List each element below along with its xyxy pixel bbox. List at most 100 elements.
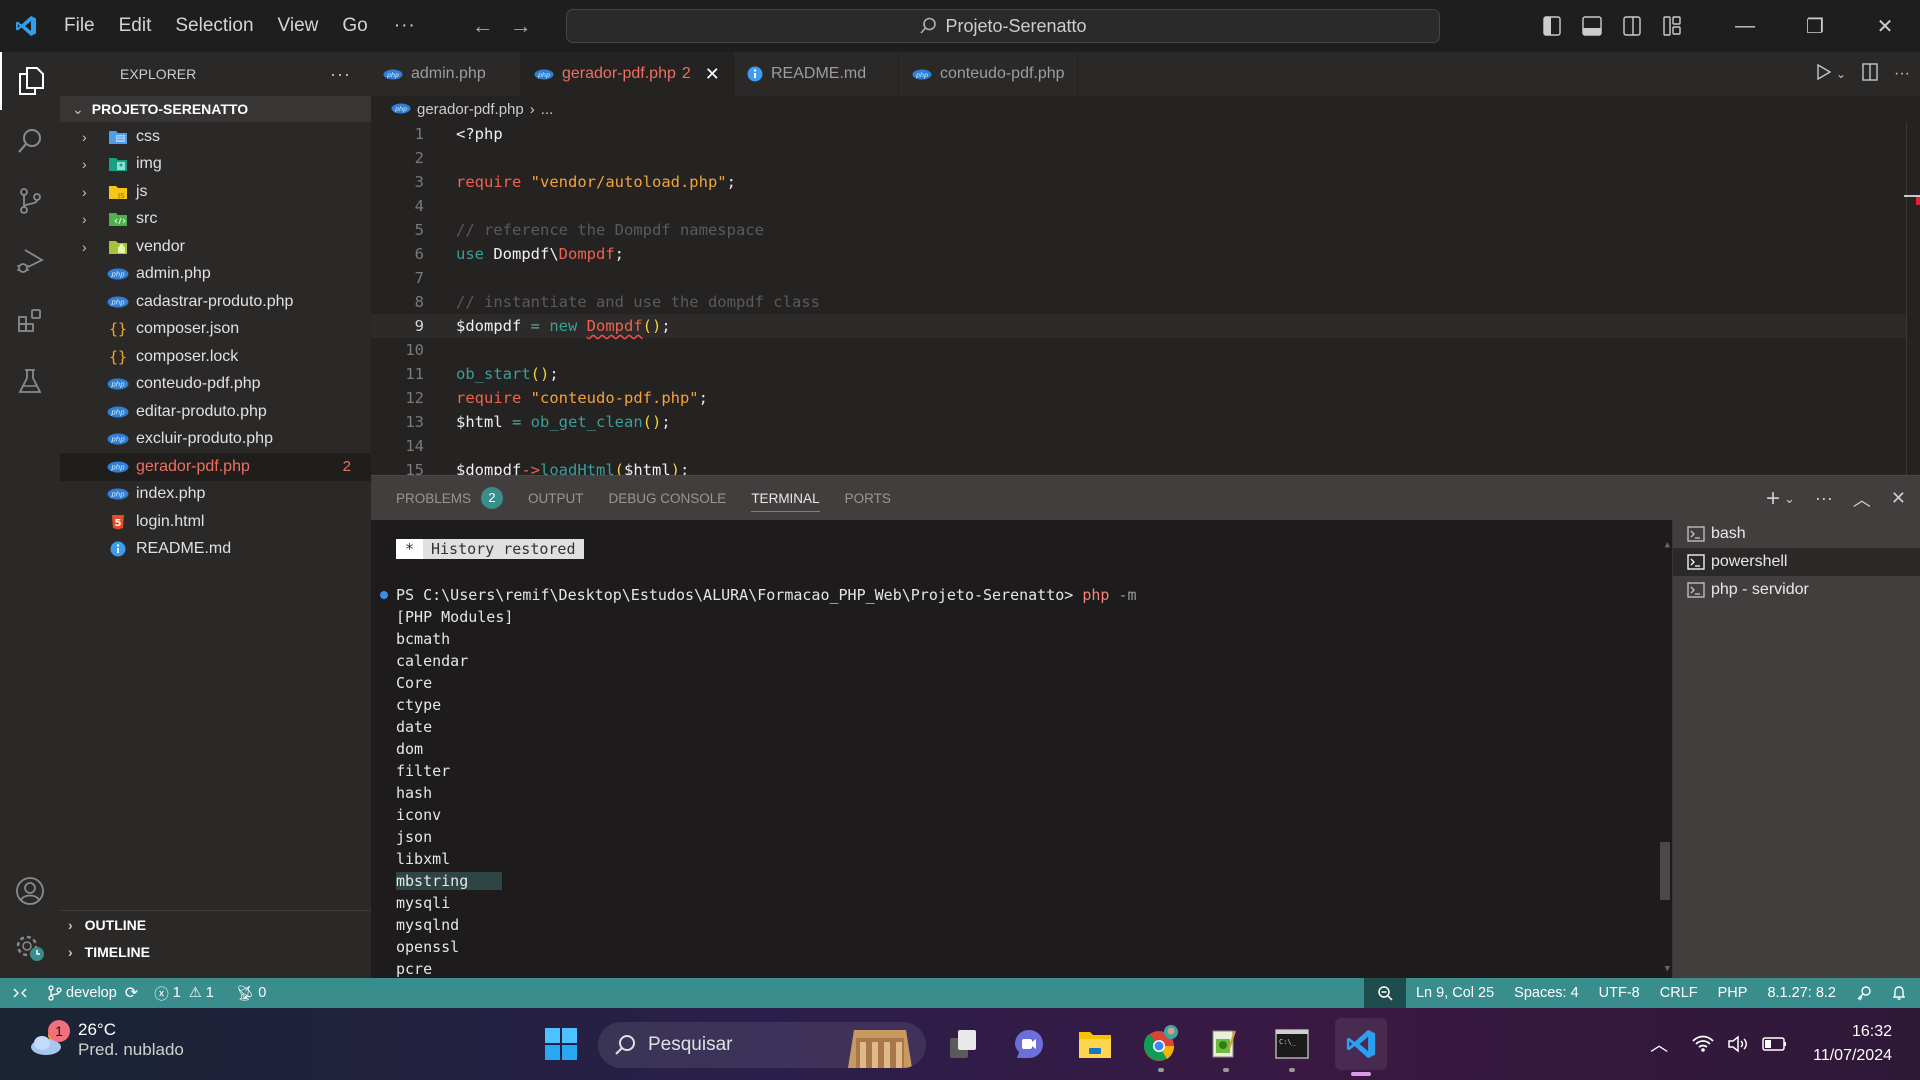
file-cadastrar-produto-php[interactable]: php cadastrar-produto.php — [60, 288, 371, 316]
indentation-setting[interactable]: Spaces: 4 — [1504, 978, 1589, 1008]
editor-more-icon[interactable]: ··· — [1894, 65, 1910, 83]
editor-scrollbar[interactable] — [1904, 122, 1920, 475]
source-control-icon[interactable] — [0, 172, 60, 230]
terminal-scrollbar[interactable]: ▲ ▼ — [1658, 520, 1672, 978]
folder-css[interactable]: › css — [60, 123, 371, 151]
timeline-section[interactable]: › TIMELINE — [60, 938, 371, 966]
minimize-button[interactable]: — — [1710, 0, 1780, 52]
forward-arrow-icon[interactable]: → — [502, 13, 540, 39]
menu-edit[interactable]: Edit — [107, 0, 164, 52]
command-prompt-icon[interactable]: C:\_ — [1269, 1022, 1315, 1072]
command-center-search[interactable]: Projeto-Serenatto — [566, 9, 1440, 43]
close-window-button[interactable]: ✕ — [1850, 0, 1920, 52]
toggle-primary-sidebar-icon[interactable] — [1532, 0, 1572, 52]
folder-vendor[interactable]: › vendor — [60, 233, 371, 261]
tab-ports[interactable]: PORTS — [845, 476, 891, 521]
cursor-position[interactable]: Ln 9, Col 25 — [1406, 978, 1504, 1008]
menu-go[interactable]: Go — [330, 0, 379, 52]
project-root-folder[interactable]: ⌄ PROJETO-SERENATTO — [60, 96, 371, 122]
command-status-dot[interactable] — [380, 591, 388, 599]
zoom-out-icon[interactable] — [1363, 978, 1406, 1008]
testing-icon[interactable] — [0, 352, 60, 410]
maximize-panel-icon[interactable]: ︿ — [1853, 486, 1871, 512]
outline-section[interactable]: › OUTLINE — [60, 910, 371, 938]
key-icon[interactable] — [1846, 978, 1882, 1008]
terminal-instance-bash[interactable]: bash — [1673, 520, 1920, 548]
restore-button[interactable]: ❐ — [1780, 0, 1850, 52]
wifi-icon[interactable] — [1685, 1034, 1721, 1054]
teams-chat-icon[interactable] — [1006, 1022, 1052, 1066]
new-terminal-icon[interactable]: + — [1766, 485, 1780, 513]
windows-start-icon[interactable] — [538, 1022, 584, 1066]
scroll-down-icon[interactable]: ▼ — [1665, 964, 1670, 974]
menu-selection[interactable]: Selection — [163, 0, 265, 52]
manage-gear-icon[interactable] — [0, 918, 60, 976]
tab-output[interactable]: OUTPUT — [528, 476, 584, 521]
folder-js[interactable]: › JS js — [60, 178, 371, 206]
file-gerador-pdf-php[interactable]: php gerador-pdf.php 2 — [60, 453, 371, 481]
tab-terminal[interactable]: TERMINAL — [751, 476, 820, 521]
file-conteudo-pdf-php[interactable]: php conteudo-pdf.php — [60, 371, 371, 399]
language-mode[interactable]: PHP — [1708, 978, 1758, 1008]
folder-src[interactable]: › src — [60, 206, 371, 234]
problems-status[interactable]: ⓧ 1 ⚠ 1 — [146, 978, 222, 1008]
tab-debug-console[interactable]: DEBUG CONSOLE — [609, 476, 727, 521]
vscode-taskbar-icon[interactable] — [1335, 1018, 1387, 1076]
terminal-instance-php-servidor[interactable]: php - servidor — [1673, 576, 1920, 604]
task-view-icon[interactable] — [941, 1022, 987, 1066]
sync-icon[interactable]: ⟳ — [125, 983, 138, 1003]
code-editor[interactable]: 1 <?php 2 3 require "vendor/autoload.php";… — [371, 122, 1920, 475]
terminal-instance-powershell[interactable]: powershell — [1673, 548, 1920, 576]
terminal-dropdown-icon[interactable]: ⌄ — [1784, 491, 1795, 507]
run-file-icon[interactable] — [1816, 63, 1832, 86]
run-and-debug-icon[interactable] — [0, 232, 60, 290]
notepad-plus-plus-icon[interactable] — [1203, 1022, 1249, 1072]
tab-problems[interactable]: PROBLEMS 2 — [396, 476, 504, 521]
menu-view[interactable]: View — [266, 0, 331, 52]
back-arrow-icon[interactable]: ← — [464, 13, 502, 39]
notifications-bell-icon[interactable] — [1882, 978, 1920, 1008]
system-clock[interactable]: 16:32 11/07/2024 — [1793, 1020, 1920, 1068]
explorer-icon[interactable] — [0, 52, 60, 110]
scroll-thumb[interactable] — [1660, 842, 1670, 900]
folder-img[interactable]: › img — [60, 151, 371, 179]
ports-status[interactable]: 📡︎ 0 — [228, 978, 275, 1008]
file-readme-md[interactable]: README.md — [60, 536, 371, 564]
file-admin-php[interactable]: php admin.php — [60, 261, 371, 289]
close-tab-icon[interactable]: ✕ — [705, 64, 720, 85]
scroll-up-icon[interactable]: ▲ — [1665, 540, 1670, 550]
toggle-panel-icon[interactable] — [1572, 0, 1612, 52]
show-hidden-icons-chevron[interactable]: ︿ — [1641, 1031, 1677, 1057]
toggle-secondary-sidebar-icon[interactable] — [1612, 0, 1652, 52]
customize-layout-icon[interactable] — [1652, 0, 1692, 52]
weather-widget[interactable]: 26°C Pred. nublado 1 — [28, 1020, 184, 1060]
terminal[interactable]: * History restored PS C:\Users\remif\Des… — [371, 520, 1672, 978]
file-composer-lock[interactable]: {} composer.lock — [60, 343, 371, 371]
file-login-html[interactable]: 5 login.html — [60, 508, 371, 536]
menu-more-button[interactable]: ··· — [380, 15, 430, 37]
remote-indicator-icon[interactable] — [0, 978, 40, 1008]
volume-icon[interactable] — [1721, 1034, 1757, 1054]
tab-conteudo-pdf-php[interactable]: php conteudo-pdf.php — [900, 52, 1078, 96]
tab-readme-md[interactable]: README.md — [735, 52, 899, 96]
chrome-icon[interactable] — [1138, 1022, 1184, 1072]
breadcrumb-file[interactable]: gerador-pdf.php — [417, 101, 524, 118]
file-composer-json[interactable]: {} composer.json — [60, 316, 371, 344]
file-index-php[interactable]: php index.php — [60, 481, 371, 509]
close-panel-icon[interactable]: ✕ — [1891, 488, 1906, 509]
tab-admin-php[interactable]: php admin.php — [371, 52, 521, 96]
eol-setting[interactable]: CRLF — [1650, 978, 1708, 1008]
search-icon[interactable] — [0, 112, 60, 170]
extensions-icon[interactable] — [0, 292, 60, 350]
file-explorer-icon[interactable] — [1072, 1022, 1118, 1066]
encoding-setting[interactable]: UTF-8 — [1589, 978, 1650, 1008]
git-branch-status[interactable]: develop ⟳ — [40, 978, 146, 1008]
taskbar-search-box[interactable]: Pesquisar — [598, 1022, 926, 1068]
explorer-more-button[interactable]: ··· — [330, 64, 351, 85]
panel-more-icon[interactable]: ··· — [1815, 488, 1833, 509]
php-version[interactable]: 8.1.27: 8.2 — [1757, 978, 1846, 1008]
battery-icon[interactable] — [1757, 1036, 1793, 1052]
tab-gerador-pdf-php[interactable]: php gerador-pdf.php 2 ✕ — [522, 52, 734, 96]
menu-file[interactable]: File — [52, 0, 107, 52]
breadcrumb-symbols[interactable]: ... — [541, 101, 554, 118]
